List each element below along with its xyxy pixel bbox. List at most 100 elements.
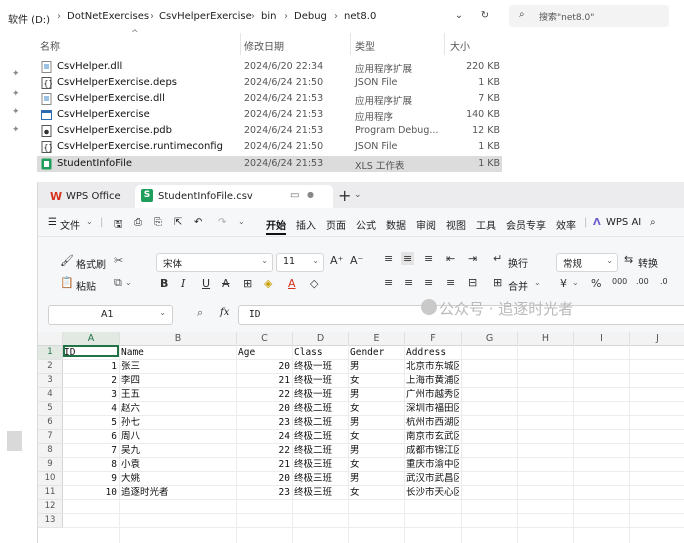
menu-efficiency[interactable]: 效率 bbox=[556, 217, 576, 232]
header-cell-age[interactable]: Age bbox=[238, 347, 290, 358]
align-top-icon[interactable]: ≡ bbox=[384, 252, 393, 265]
menu-member[interactable]: 会员专享 bbox=[506, 217, 546, 232]
chevron-down-icon[interactable]: ⌄ bbox=[86, 217, 93, 226]
font-color-icon[interactable]: A bbox=[288, 277, 296, 290]
undo-icon[interactable]: ↶ bbox=[194, 217, 202, 228]
column-header-h[interactable]: H bbox=[518, 332, 574, 346]
menu-insert[interactable]: 插入 bbox=[296, 217, 316, 232]
column-header-f[interactable]: F bbox=[405, 332, 462, 346]
row-header[interactable]: 9 bbox=[38, 458, 63, 472]
merge-button[interactable]: 合并 bbox=[508, 278, 528, 293]
cell-gender[interactable]: 男 bbox=[350, 361, 402, 372]
cell-address[interactable]: 成都市锦江区 bbox=[406, 445, 459, 456]
column-header-g[interactable]: G bbox=[462, 332, 518, 346]
distributed-icon[interactable]: ⊟ bbox=[468, 276, 477, 289]
menu-page[interactable]: 页面 bbox=[326, 217, 346, 232]
format-painter-button[interactable]: 格式刷 bbox=[76, 256, 106, 271]
breadcrumb-bin[interactable]: bin bbox=[261, 11, 276, 22]
paste-button[interactable]: 粘贴 bbox=[76, 278, 96, 293]
cell-address[interactable]: 杭州市西湖区 bbox=[406, 417, 459, 428]
chevron-down-icon[interactable]: ⌄ bbox=[238, 217, 245, 226]
cell-class[interactable]: 终极二班 bbox=[294, 417, 346, 428]
file-row-selected[interactable]: StudentInfoFile 2024/6/24 21:53 XLS 工作表 … bbox=[37, 156, 502, 172]
font-name-select[interactable]: 宋体 ⌄ bbox=[156, 253, 273, 272]
menu-view[interactable]: 视图 bbox=[446, 217, 466, 232]
cell-id[interactable]: 10 bbox=[64, 487, 117, 498]
cell-address[interactable]: 上海市黄浦区 bbox=[406, 375, 459, 386]
pin-icon[interactable]: ✦ bbox=[12, 69, 22, 79]
thousands-icon[interactable]: 000 bbox=[612, 277, 627, 286]
align-bottom-icon[interactable]: ≡ bbox=[424, 252, 433, 265]
cell-class[interactable]: 终极二班 bbox=[294, 431, 346, 442]
column-header-b[interactable]: B bbox=[120, 332, 237, 346]
align-center-icon[interactable]: ≡ bbox=[404, 276, 413, 289]
cell-age[interactable]: 24 bbox=[238, 431, 290, 442]
hamburger-icon[interactable]: ☰ bbox=[48, 217, 57, 228]
print-preview-icon[interactable]: ⎙ bbox=[134, 217, 142, 228]
file-row[interactable]: CsvHelperExercise.pdb 2024/6/24 21:53 Pr… bbox=[37, 123, 502, 139]
menu-file[interactable]: 文件 bbox=[60, 217, 80, 232]
tab-wps-office[interactable]: W WPS Office bbox=[44, 185, 129, 208]
breadcrumb-dotnetexercises[interactable]: DotNetExercises bbox=[67, 11, 149, 22]
breadcrumb-drive[interactable]: 软件 (D:) bbox=[8, 11, 50, 26]
search-input[interactable]: 搜索"net8.0" bbox=[539, 10, 594, 23]
cell-age[interactable]: 23 bbox=[238, 417, 290, 428]
strikethrough-icon[interactable]: A bbox=[222, 277, 230, 290]
cell-gender[interactable]: 男 bbox=[350, 445, 402, 456]
cell-class[interactable]: 终极二班 bbox=[294, 445, 346, 456]
cell-age[interactable]: 23 bbox=[238, 487, 290, 498]
decimal-decrease-icon[interactable]: .0 bbox=[660, 277, 668, 286]
cell-address[interactable]: 广州市越秀区 bbox=[406, 389, 459, 400]
convert-button[interactable]: 转换 bbox=[638, 255, 658, 270]
cell-name[interactable]: 王五 bbox=[121, 389, 235, 400]
chevron-down-icon[interactable]: ⌄ bbox=[572, 278, 579, 287]
active-cell-selection[interactable] bbox=[63, 345, 119, 357]
column-size[interactable]: 大小 bbox=[450, 38, 470, 53]
column-divider[interactable] bbox=[240, 33, 241, 55]
cell-id[interactable]: 2 bbox=[64, 375, 117, 386]
cell-id[interactable]: 7 bbox=[64, 445, 117, 456]
cell-name[interactable]: 大姚 bbox=[121, 473, 235, 484]
cell-address[interactable]: 武汉市武昌区 bbox=[406, 473, 459, 484]
cell-address[interactable]: 长沙市天心区 bbox=[406, 487, 459, 498]
align-middle-icon[interactable]: ≡ bbox=[401, 252, 415, 265]
menu-review[interactable]: 审阅 bbox=[416, 217, 436, 232]
cell-address[interactable]: 南京市玄武区 bbox=[406, 431, 459, 442]
new-tab-icon[interactable]: + bbox=[338, 186, 351, 205]
cell-class[interactable]: 终极二班 bbox=[294, 403, 346, 414]
zoom-icon[interactable]: ⌕ bbox=[197, 306, 203, 320]
menu-home[interactable]: 开始 bbox=[266, 217, 286, 235]
wps-ai-button[interactable]: WPS AI bbox=[606, 217, 641, 228]
cell-gender[interactable]: 女 bbox=[350, 375, 402, 386]
column-type[interactable]: 类型 bbox=[355, 38, 375, 53]
row-header[interactable]: 13 bbox=[38, 514, 63, 528]
column-header-e[interactable]: E bbox=[349, 332, 405, 346]
cell-id[interactable]: 5 bbox=[64, 417, 117, 428]
row-header[interactable]: 3 bbox=[38, 374, 63, 388]
cell-name[interactable]: 追逐时光者 bbox=[121, 487, 235, 498]
search-box[interactable]: ⌕ 搜索"net8.0" bbox=[509, 5, 669, 27]
cell-age[interactable]: 22 bbox=[238, 445, 290, 456]
cell-address[interactable]: 重庆市渝中区 bbox=[406, 459, 459, 470]
cell-id[interactable]: 9 bbox=[64, 473, 117, 484]
search-icon[interactable]: ⌕ bbox=[650, 217, 656, 228]
cell-age[interactable]: 22 bbox=[238, 389, 290, 400]
cell-gender[interactable]: 女 bbox=[350, 431, 402, 442]
header-cell-gender[interactable]: Gender bbox=[350, 347, 402, 358]
cell-class[interactable]: 终极一班 bbox=[294, 375, 346, 386]
save-icon[interactable]: 🖫 bbox=[114, 217, 123, 234]
refresh-icon[interactable]: ↻ bbox=[478, 9, 492, 23]
chevron-down-icon[interactable]: ⌄ bbox=[452, 9, 466, 23]
align-right-icon[interactable]: ≡ bbox=[424, 276, 433, 289]
column-divider[interactable] bbox=[444, 33, 445, 55]
decimal-increase-icon[interactable]: .00 bbox=[636, 277, 649, 286]
tab-studentinfofile[interactable]: S StudentInfoFile.csv ▭ ● bbox=[135, 185, 333, 208]
row-header[interactable]: 1 bbox=[38, 346, 63, 360]
breadcrumb-debug[interactable]: Debug bbox=[294, 11, 327, 22]
cell-age[interactable]: 21 bbox=[238, 375, 290, 386]
cell-age[interactable]: 20 bbox=[238, 361, 290, 372]
percent-button[interactable]: % bbox=[591, 277, 601, 290]
header-cell-name[interactable]: Name bbox=[121, 347, 235, 358]
file-row[interactable]: {} CsvHelperExercise.deps 2024/6/24 21:5… bbox=[37, 75, 502, 91]
cell-id[interactable]: 3 bbox=[64, 389, 117, 400]
